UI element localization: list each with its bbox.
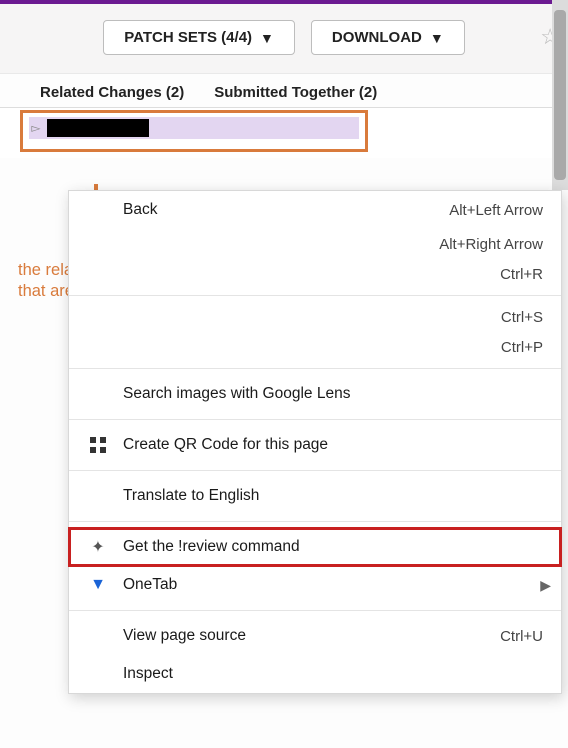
download-label: DOWNLOAD (332, 29, 422, 46)
download-button[interactable]: DOWNLOAD ▼ (311, 20, 465, 55)
menu-label: View page source (123, 627, 486, 645)
menu-separator (69, 295, 561, 296)
menu-item-qr-code[interactable]: Create QR Code for this page (69, 426, 561, 464)
submenu-arrow-icon: ▶ (540, 577, 551, 594)
tabs-row: Related Changes (2) Submitted Together (… (0, 74, 568, 108)
menu-separator (69, 521, 561, 522)
menu-shortcut: Alt+Right Arrow (439, 236, 543, 253)
menu-shortcut: Ctrl+R (500, 266, 543, 283)
menu-item-print[interactable]: Ctrl+P (69, 332, 561, 362)
menu-shortcut: Ctrl+P (501, 339, 543, 356)
patch-sets-label: PATCH SETS (4/4) (124, 29, 252, 46)
tab-submitted-together[interactable]: Submitted Together (2) (214, 84, 377, 101)
menu-item-forward[interactable]: Alt+Right Arrow (69, 229, 561, 259)
menu-label: Back (123, 201, 435, 219)
tab-related-changes[interactable]: Related Changes (2) (40, 84, 184, 101)
menu-separator (69, 368, 561, 369)
menu-label: Get the !review command (123, 538, 543, 556)
menu-label: Search images with Google Lens (123, 385, 543, 403)
menu-shortcut: Ctrl+U (500, 628, 543, 645)
onetab-icon: ▼ (90, 576, 106, 594)
extension-icon: ✦ (91, 537, 104, 557)
menu-item-get-review-command[interactable]: ✦ Get the !review command (69, 528, 561, 566)
menu-item-translate[interactable]: Translate to English (69, 477, 561, 515)
menu-separator (69, 610, 561, 611)
menu-label: Inspect (123, 665, 543, 683)
scrollbar[interactable] (552, 0, 568, 190)
menu-item-search-lens[interactable]: Search images with Google Lens (69, 375, 561, 413)
menu-shortcut: Alt+Left Arrow (449, 202, 543, 219)
menu-shortcut: Ctrl+S (501, 309, 543, 326)
menu-item-reload[interactable]: Ctrl+R (69, 259, 561, 289)
context-menu: Back Alt+Left Arrow Alt+Right Arrow Ctrl… (68, 190, 562, 694)
menu-item-inspect[interactable]: Inspect (69, 655, 561, 693)
patch-sets-button[interactable]: PATCH SETS (4/4) ▼ (103, 20, 295, 55)
chevron-down-icon: ▼ (430, 30, 444, 46)
menu-item-view-source[interactable]: View page source Ctrl+U (69, 617, 561, 655)
selection-outline: ▻ (20, 110, 368, 152)
qr-code-icon (90, 437, 106, 453)
menu-separator (69, 470, 561, 471)
menu-label: Translate to English (123, 487, 543, 505)
change-list: ▻ (0, 108, 568, 158)
scrollbar-thumb[interactable] (554, 10, 566, 180)
menu-item-save-as[interactable]: Ctrl+S (69, 302, 561, 332)
current-marker-icon: ▻ (29, 121, 43, 135)
menu-item-back[interactable]: Back Alt+Left Arrow (69, 191, 561, 229)
redacted-change-subject (47, 119, 149, 137)
menu-label: OneTab (123, 576, 543, 594)
menu-label: Create QR Code for this page (123, 436, 543, 454)
chevron-down-icon: ▼ (260, 30, 274, 46)
change-row[interactable] (29, 139, 359, 143)
menu-separator (69, 419, 561, 420)
toolbar: PATCH SETS (4/4) ▼ DOWNLOAD ▼ ☆ (0, 4, 568, 74)
menu-item-onetab[interactable]: ▼ OneTab ▶ (69, 566, 561, 604)
change-row-current[interactable]: ▻ (29, 117, 359, 139)
